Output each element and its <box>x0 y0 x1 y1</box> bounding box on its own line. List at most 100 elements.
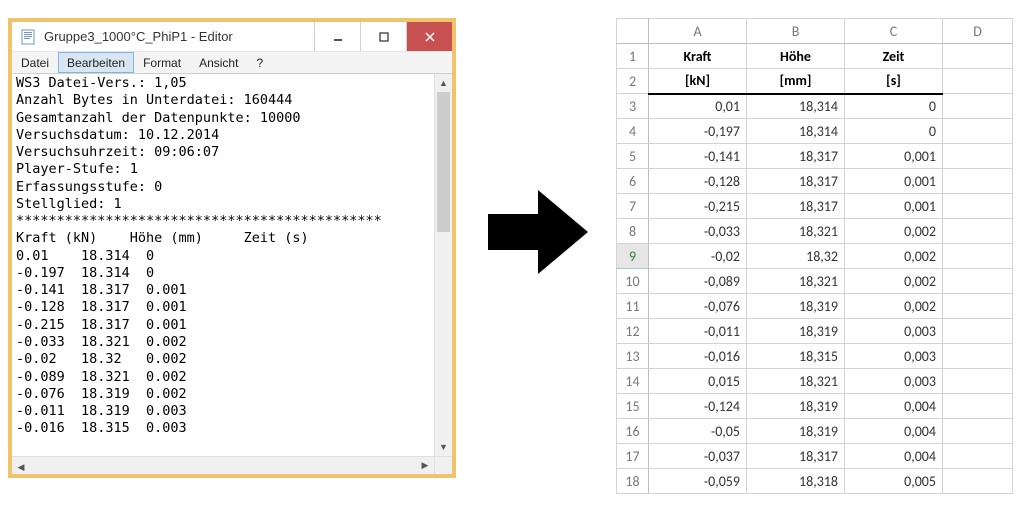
cell[interactable]: 0,002 <box>845 269 943 294</box>
cell[interactable]: 0,002 <box>845 219 943 244</box>
row-header[interactable]: 6 <box>617 169 649 194</box>
cell[interactable]: 18,317 <box>747 194 845 219</box>
maximize-button[interactable] <box>360 22 406 51</box>
cell[interactable]: -0,197 <box>649 119 747 144</box>
cell[interactable]: 0,002 <box>845 244 943 269</box>
menu-datei[interactable]: Datei <box>12 52 58 73</box>
horizontal-scrollbar[interactable]: ◀ ▶ <box>12 456 434 474</box>
cell[interactable] <box>943 94 1013 119</box>
row-header[interactable]: 10 <box>617 269 649 294</box>
cell[interactable]: 0,004 <box>845 419 943 444</box>
cell[interactable] <box>943 369 1013 394</box>
cell[interactable]: 18,317 <box>747 444 845 469</box>
cell[interactable]: -0,124 <box>649 394 747 419</box>
cell[interactable]: 18,319 <box>747 394 845 419</box>
cell[interactable]: [mm] <box>747 69 845 94</box>
row-header[interactable]: 16 <box>617 419 649 444</box>
cell[interactable]: 18,317 <box>747 144 845 169</box>
row-header[interactable]: 17 <box>617 444 649 469</box>
cell[interactable] <box>943 194 1013 219</box>
cell[interactable]: Höhe <box>747 44 845 69</box>
cell[interactable]: 18,321 <box>747 269 845 294</box>
cell[interactable]: 0,003 <box>845 369 943 394</box>
cell[interactable]: 18,314 <box>747 94 845 119</box>
row-header[interactable]: 2 <box>617 69 649 94</box>
cell[interactable]: 0,004 <box>845 394 943 419</box>
cell[interactable]: [kN] <box>649 69 747 94</box>
cell[interactable]: 0,001 <box>845 169 943 194</box>
col-header-d[interactable]: D <box>943 19 1013 44</box>
row-header[interactable]: 5 <box>617 144 649 169</box>
cell[interactable]: 0,005 <box>845 469 943 494</box>
cell[interactable]: 0,001 <box>845 144 943 169</box>
cell[interactable]: 0,015 <box>649 369 747 394</box>
cell[interactable]: 18,321 <box>747 369 845 394</box>
cell[interactable] <box>943 294 1013 319</box>
cell[interactable]: 18,318 <box>747 469 845 494</box>
col-header-b[interactable]: B <box>747 19 845 44</box>
cell[interactable] <box>943 269 1013 294</box>
cell[interactable] <box>943 469 1013 494</box>
col-header-a[interactable]: A <box>649 19 747 44</box>
cell[interactable]: Zeit <box>845 44 943 69</box>
cell[interactable] <box>943 44 1013 69</box>
cell[interactable]: -0,016 <box>649 344 747 369</box>
cell[interactable]: 0,003 <box>845 344 943 369</box>
cell[interactable]: -0,215 <box>649 194 747 219</box>
cell[interactable]: -0,02 <box>649 244 747 269</box>
cell[interactable]: 18,314 <box>747 119 845 144</box>
menu-ansicht[interactable]: Ansicht <box>190 52 247 73</box>
cell[interactable]: -0,059 <box>649 469 747 494</box>
cell[interactable]: 18,321 <box>747 219 845 244</box>
cell[interactable]: -0,05 <box>649 419 747 444</box>
cell[interactable]: 0,004 <box>845 444 943 469</box>
col-header-c[interactable]: C <box>845 19 943 44</box>
scroll-thumb[interactable] <box>437 92 450 232</box>
cell[interactable] <box>943 419 1013 444</box>
row-header[interactable]: 18 <box>617 469 649 494</box>
cell[interactable]: 18,319 <box>747 419 845 444</box>
scroll-up-icon[interactable]: ▲ <box>435 74 452 92</box>
menu-format[interactable]: Format <box>134 52 190 73</box>
text-content[interactable]: WS3 Datei-Vers.: 1,05 Anzahl Bytes in Un… <box>12 74 434 456</box>
text-area[interactable]: WS3 Datei-Vers.: 1,05 Anzahl Bytes in Un… <box>12 74 452 474</box>
cell[interactable] <box>943 219 1013 244</box>
cell[interactable]: 0 <box>845 119 943 144</box>
scroll-left-icon[interactable]: ◀ <box>12 459 30 474</box>
row-header[interactable]: 11 <box>617 294 649 319</box>
cell[interactable]: -0,076 <box>649 294 747 319</box>
cell[interactable]: [s] <box>845 69 943 94</box>
cell[interactable]: 0,001 <box>845 194 943 219</box>
cell[interactable]: 0 <box>845 94 943 119</box>
minimize-button[interactable] <box>314 22 360 51</box>
cell[interactable]: 0,003 <box>845 319 943 344</box>
row-header[interactable]: 12 <box>617 319 649 344</box>
cell[interactable] <box>943 319 1013 344</box>
row-header[interactable]: 7 <box>617 194 649 219</box>
cell[interactable]: -0,128 <box>649 169 747 194</box>
cell[interactable]: 18,319 <box>747 319 845 344</box>
titlebar[interactable]: Gruppe3_1000°C_PhiP1 - Editor <box>12 22 452 52</box>
cell[interactable]: 18,315 <box>747 344 845 369</box>
cell[interactable]: 18,317 <box>747 169 845 194</box>
cell[interactable] <box>943 169 1013 194</box>
cell[interactable] <box>943 69 1013 94</box>
cell[interactable]: 0,002 <box>845 294 943 319</box>
scroll-right-icon[interactable]: ▶ <box>416 457 434 474</box>
cell[interactable]: 0,01 <box>649 94 747 119</box>
menu-hilfe[interactable]: ? <box>247 52 272 73</box>
cell[interactable]: Kraft <box>649 44 747 69</box>
cell[interactable] <box>943 244 1013 269</box>
row-header[interactable]: 15 <box>617 394 649 419</box>
select-all-corner[interactable] <box>617 19 649 44</box>
row-header[interactable]: 9 <box>617 244 649 269</box>
scroll-down-icon[interactable]: ▼ <box>435 438 452 456</box>
cell[interactable] <box>943 144 1013 169</box>
row-header[interactable]: 3 <box>617 94 649 119</box>
cell[interactable]: -0,037 <box>649 444 747 469</box>
cell[interactable] <box>943 394 1013 419</box>
row-header[interactable]: 4 <box>617 119 649 144</box>
cell[interactable]: 18,319 <box>747 294 845 319</box>
cell[interactable]: -0,141 <box>649 144 747 169</box>
row-header[interactable]: 8 <box>617 219 649 244</box>
